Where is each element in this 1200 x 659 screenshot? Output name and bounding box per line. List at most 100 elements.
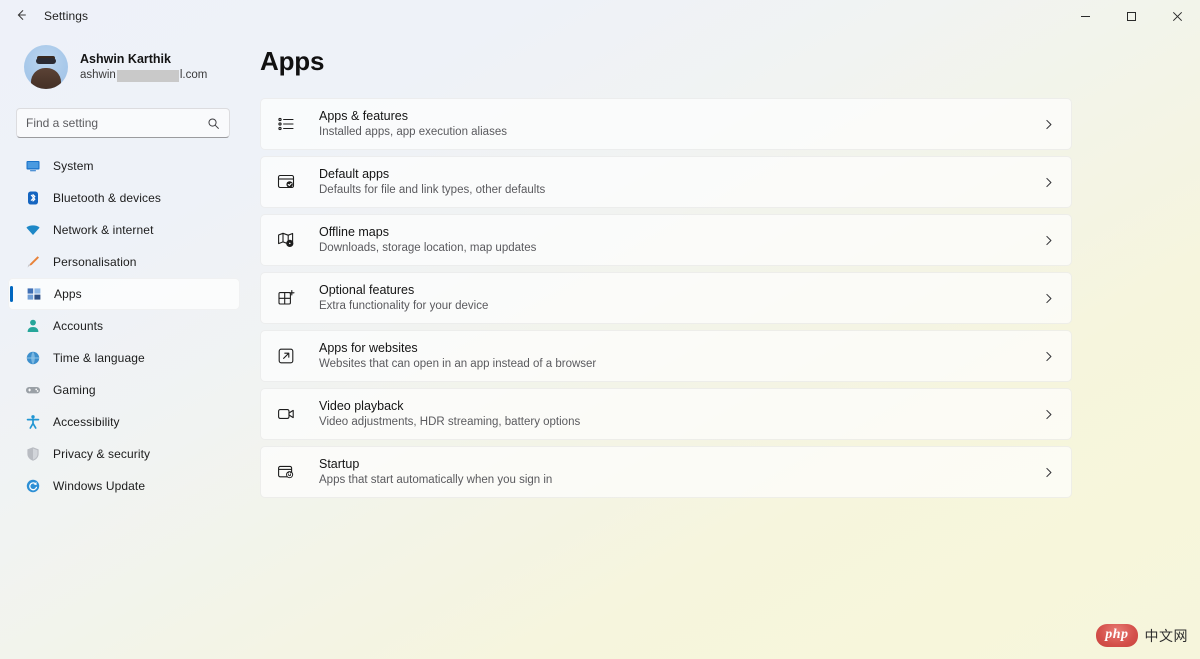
chevron-right-icon[interactable] — [1042, 292, 1055, 305]
sidebar-item-personalisation[interactable]: Personalisation — [8, 246, 240, 278]
settings-card-apps-and-features[interactable]: Apps & features Installed apps, app exec… — [260, 98, 1072, 150]
chevron-right-icon[interactable] — [1042, 118, 1055, 131]
sidebar-item-label: Personalisation — [53, 255, 137, 269]
settings-card-startup[interactable]: Startup Apps that start automatically wh… — [260, 446, 1072, 498]
title-bar: Settings — [0, 0, 1200, 32]
card-title: Optional features — [319, 283, 415, 297]
card-title: Video playback — [319, 399, 404, 413]
card-text: Apps for websites Websites that can open… — [319, 340, 1042, 372]
sidebar-item-label: Time & language — [53, 351, 145, 365]
settings-card-optional-features[interactable]: Optional features Extra functionality fo… — [260, 272, 1072, 324]
sidebar-item-windows-update[interactable]: Windows Update — [8, 470, 240, 502]
app-shell: Ashwin Karthik ashwin l.com Find a setti… — [0, 32, 1200, 659]
main-content: Apps Apps & features Installed apps, app… — [248, 32, 1200, 659]
sidebar-item-label: System — [53, 159, 94, 173]
chevron-right-icon[interactable] — [1042, 466, 1055, 479]
sidebar-item-gaming[interactable]: Gaming — [8, 374, 240, 406]
sidebar-item-time-language[interactable]: Time & language — [8, 342, 240, 374]
sidebar-item-label: Gaming — [53, 383, 96, 397]
sidebar-item-label: Accessibility — [53, 415, 120, 429]
card-text: Offline maps Downloads, storage location… — [319, 224, 1042, 256]
account-card[interactable]: Ashwin Karthik ashwin l.com — [8, 38, 240, 96]
avatar — [24, 45, 68, 89]
person-icon — [24, 318, 41, 335]
settings-card-apps-for-websites[interactable]: Apps for websites Websites that can open… — [260, 330, 1072, 382]
back-button[interactable] — [6, 1, 36, 31]
clock-globe-icon — [24, 350, 41, 367]
chevron-right-icon[interactable] — [1042, 176, 1055, 189]
sidebar-item-accessibility[interactable]: Accessibility — [8, 406, 240, 438]
grid-plus-icon — [275, 287, 297, 309]
chevron-right-icon[interactable] — [1042, 350, 1055, 363]
sidebar: Ashwin Karthik ashwin l.com Find a setti… — [0, 32, 248, 659]
sidebar-item-apps[interactable]: Apps — [8, 278, 240, 310]
settings-card-default-apps[interactable]: Default apps Defaults for file and link … — [260, 156, 1072, 208]
sidebar-item-label: Accounts — [53, 319, 104, 333]
external-link-box-icon — [275, 345, 297, 367]
window-check-icon — [275, 171, 297, 193]
monitor-icon — [24, 158, 41, 175]
sidebar-item-network-internet[interactable]: Network & internet — [8, 214, 240, 246]
back-arrow-icon — [14, 8, 28, 25]
settings-card-list: Apps & features Installed apps, app exec… — [260, 98, 1072, 498]
settings-card-video-playback[interactable]: Video playback Video adjustments, HDR st… — [260, 388, 1072, 440]
card-subtitle: Downloads, storage location, map updates — [319, 242, 537, 254]
sidebar-item-label: Network & internet — [53, 223, 154, 237]
accessibility-person-icon — [24, 414, 41, 431]
sidebar-item-accounts[interactable]: Accounts — [8, 310, 240, 342]
card-subtitle: Extra functionality for your device — [319, 300, 489, 312]
search-input[interactable] — [26, 116, 203, 130]
bluetooth-icon — [24, 190, 41, 207]
sidebar-item-system[interactable]: System — [8, 150, 240, 182]
sidebar-item-label: Windows Update — [53, 479, 146, 493]
chevron-right-icon[interactable] — [1042, 234, 1055, 247]
watermark-badge: php — [1096, 624, 1138, 647]
watermark-text: 中文网 — [1144, 628, 1188, 645]
sidebar-nav: System Bluetooth & devices Network & int… — [0, 148, 248, 502]
sidebar-item-label: Privacy & security — [53, 447, 151, 461]
card-subtitle: Video adjustments, HDR streaming, batter… — [319, 416, 581, 428]
sidebar-item-label: Apps — [54, 287, 82, 301]
gamepad-icon — [24, 382, 41, 399]
card-title: Startup — [319, 457, 360, 471]
apps-grid-icon — [25, 286, 42, 303]
maximize-icon — [1126, 11, 1137, 22]
video-camera-icon — [275, 403, 297, 425]
settings-card-offline-maps[interactable]: Offline maps Downloads, storage location… — [260, 214, 1072, 266]
shield-icon — [24, 446, 41, 463]
card-title: Offline maps — [319, 225, 389, 239]
card-text: Default apps Defaults for file and link … — [319, 166, 1042, 198]
minimize-button[interactable] — [1062, 0, 1108, 32]
card-text: Video playback Video adjustments, HDR st… — [319, 398, 1042, 430]
close-icon — [1172, 11, 1183, 22]
search-icon[interactable] — [207, 117, 220, 130]
card-title: Apps & features — [319, 109, 408, 123]
sidebar-item-privacy-security[interactable]: Privacy & security — [8, 438, 240, 470]
account-email-suffix: l.com — [179, 69, 208, 81]
card-subtitle: Installed apps, app execution aliases — [319, 126, 507, 138]
card-subtitle: Websites that can open in an app instead… — [319, 358, 597, 370]
card-text: Startup Apps that start automatically wh… — [319, 456, 1042, 488]
wifi-icon — [24, 222, 41, 239]
update-refresh-icon — [24, 478, 41, 495]
close-button[interactable] — [1154, 0, 1200, 32]
account-email: ashwin l.com — [80, 68, 207, 83]
watermark: php 中文网 — [1096, 624, 1188, 647]
paintbrush-icon — [24, 254, 41, 271]
chevron-right-icon[interactable] — [1042, 408, 1055, 421]
minimize-icon — [1080, 11, 1091, 22]
maximize-button[interactable] — [1108, 0, 1154, 32]
account-name: Ashwin Karthik — [80, 52, 171, 66]
sidebar-item-bluetooth-devices[interactable]: Bluetooth & devices — [8, 182, 240, 214]
card-title: Default apps — [319, 167, 390, 181]
window-power-icon — [275, 461, 297, 483]
sidebar-item-label: Bluetooth & devices — [53, 191, 161, 205]
search-container — [16, 108, 230, 138]
card-subtitle: Defaults for file and link types, other … — [319, 184, 546, 196]
list-bullets-icon — [275, 113, 297, 135]
search-box[interactable] — [16, 108, 230, 138]
card-subtitle: Apps that start automatically when you s… — [319, 474, 553, 486]
app-title: Settings — [44, 9, 89, 23]
email-redaction-bar — [116, 69, 179, 82]
card-title: Apps for websites — [319, 341, 418, 355]
